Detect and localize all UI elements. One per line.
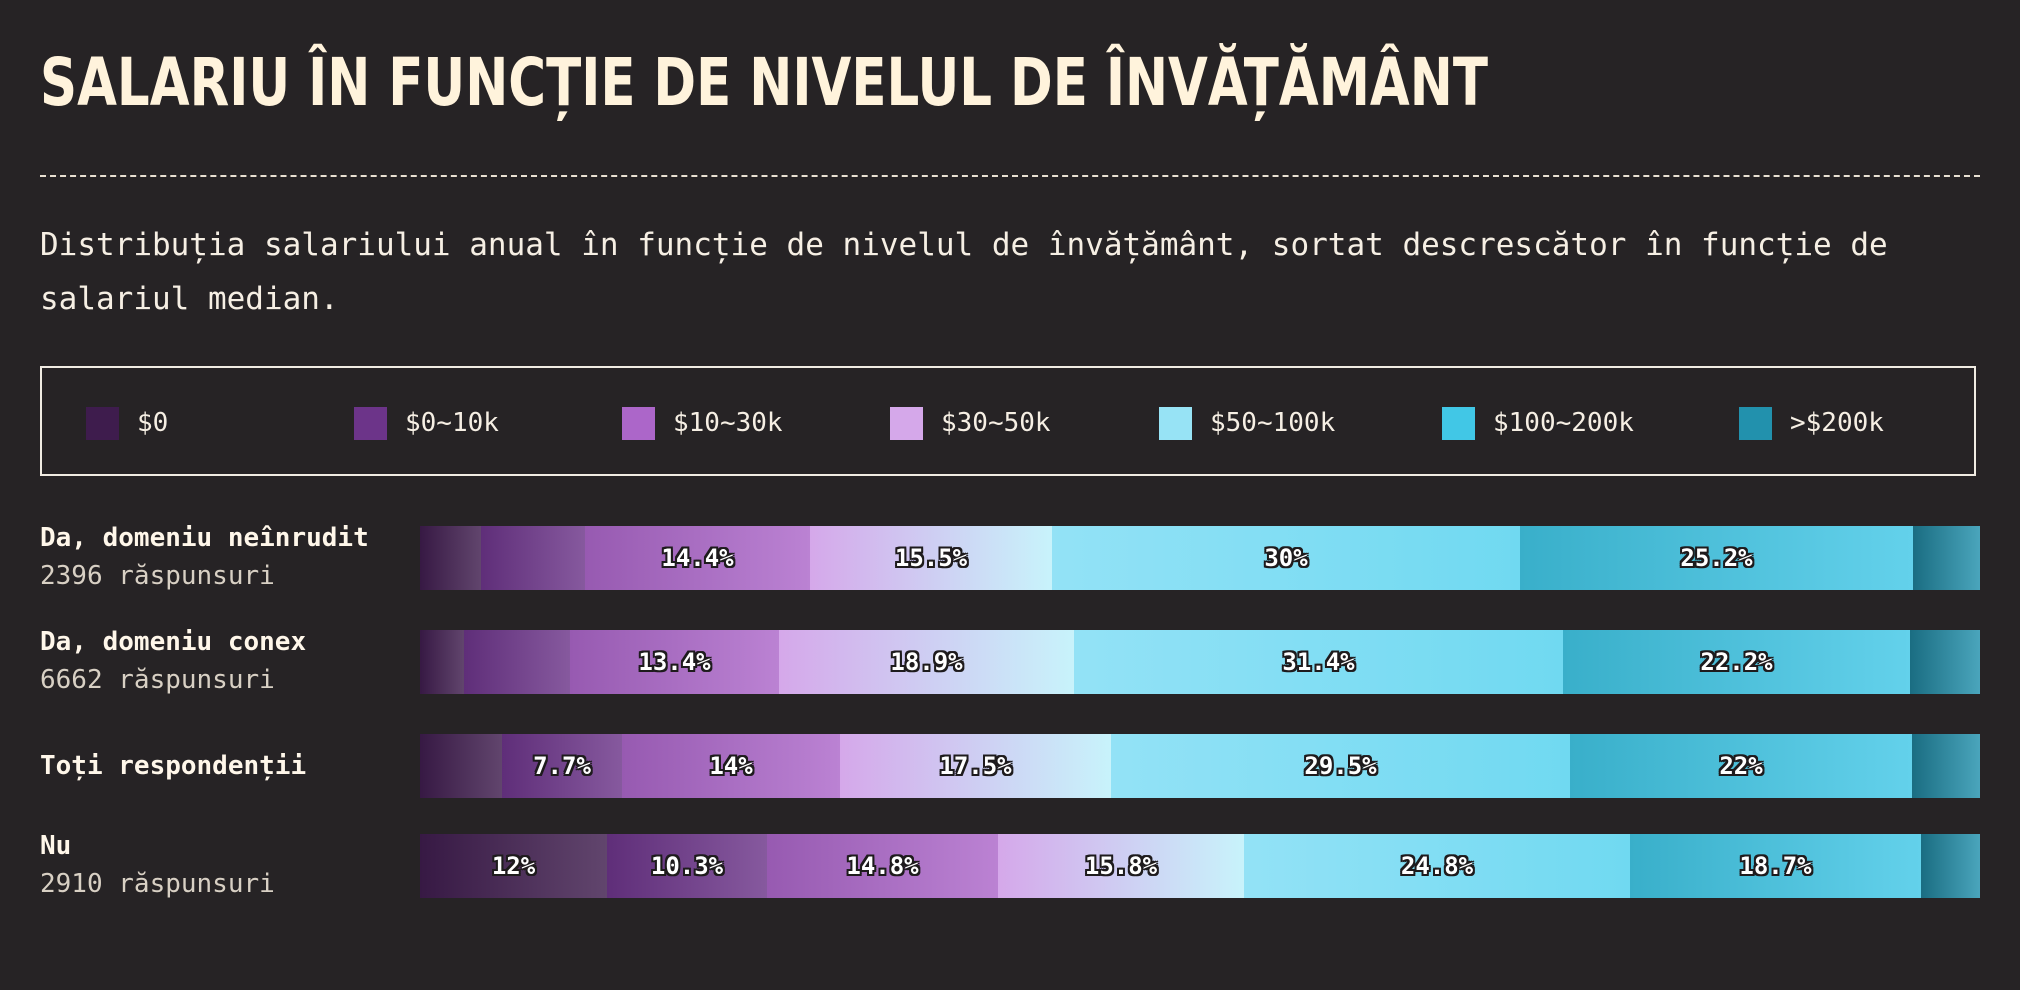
segment-label: 17.5% <box>939 752 1012 780</box>
segment-label: 14.4% <box>661 544 734 572</box>
row-name: Toți respondenții <box>40 751 307 781</box>
stacked-bar-3: 12% 10.3% 14.8% 15.8% 24.8% 18.7% <box>420 834 1980 898</box>
segment-label: 24.8% <box>1400 852 1474 880</box>
segment-label: 15.8% <box>1084 852 1158 880</box>
legend-label: >$200k <box>1790 408 1884 438</box>
segment-label: 10.3% <box>650 852 724 880</box>
bar-segment <box>1910 630 1980 694</box>
legend-label: $0 <box>137 408 169 438</box>
stacked-bar-0: 14.4% 15.5% 30% 25.2% <box>420 526 1980 590</box>
row-label-1: Da, domeniu conex 6662 răspunsuri <box>40 624 410 700</box>
stacked-bar-1: 13.4% 18.9% 31.4% 22.2% <box>420 630 1980 694</box>
row-count: 2910 răspunsuri <box>40 869 275 899</box>
segment-label: 22% <box>1719 752 1763 780</box>
legend-swatch <box>354 406 387 440</box>
segment-label: 25.2% <box>1680 544 1753 572</box>
row-count: 2396 răspunsuri <box>40 561 275 591</box>
legend-item-4: $50~100k <box>1159 406 1335 440</box>
row-label-0: Da, domeniu neînrudit 2396 răspunsuri <box>40 520 410 596</box>
legend-item-5: $100~200k <box>1442 406 1634 440</box>
segment-label: 31.4% <box>1282 648 1355 676</box>
legend-item-0: $0 <box>86 406 168 440</box>
legend-item-2: $10~30k <box>622 406 783 440</box>
segment-label: 29.5% <box>1304 752 1377 780</box>
bar-segment <box>1913 526 1980 590</box>
chart-title: SALARIU ÎN FUNCȚIE DE NIVELUL DE ÎNVĂȚĂM… <box>40 44 1488 121</box>
segment-label: 14.8% <box>846 852 919 880</box>
bar-segment <box>1921 834 1980 898</box>
legend-label: $10~30k <box>673 408 783 438</box>
legend-item-3: $30~50k <box>890 406 1051 440</box>
legend-item-1: $0~10k <box>354 406 499 440</box>
legend-item-6: >$200k <box>1739 406 1884 440</box>
segment-label: 15.5% <box>894 544 968 572</box>
segment-label: 13.4% <box>638 648 711 676</box>
legend-label: $50~100k <box>1210 408 1336 438</box>
segment-label: 14% <box>709 752 753 780</box>
segment-label: 18.9% <box>890 648 963 676</box>
title-divider <box>40 175 1980 177</box>
legend-swatch <box>86 406 119 440</box>
legend: $0 $0~10k $10~30k $30~50k $50~100k $100~… <box>40 366 1976 476</box>
segment-label: 7.7% <box>533 752 591 780</box>
legend-swatch <box>1159 406 1192 440</box>
segment-label: 22.2% <box>1700 648 1773 676</box>
stacked-bar-2: 7.7% 14% 17.5% 29.5% 22% <box>420 734 1980 798</box>
bar-segment <box>1912 734 1980 798</box>
legend-swatch <box>890 406 923 440</box>
bar-segment <box>481 526 585 590</box>
legend-label: $0~10k <box>405 408 499 438</box>
row-name: Da, domeniu conex <box>40 627 307 657</box>
chart-subtitle: Distribuția salariului anual în funcție … <box>40 227 1888 317</box>
row-count: 6662 răspunsuri <box>40 665 275 695</box>
legend-swatch <box>1739 406 1772 440</box>
legend-label: $30~50k <box>941 408 1051 438</box>
bar-segment <box>464 630 570 694</box>
row-label-2: Toți respondenții <box>40 748 410 784</box>
segment-label: 30% <box>1264 544 1308 572</box>
legend-label: $100~200k <box>1493 408 1634 438</box>
bar-segment <box>420 526 481 590</box>
segment-label: 12% <box>491 852 536 880</box>
legend-swatch <box>1442 406 1475 440</box>
row-label-3: Nu 2910 răspunsuri <box>40 828 410 904</box>
legend-swatch <box>622 406 655 440</box>
bar-segment <box>420 734 502 798</box>
row-name: Da, domeniu neînrudit <box>40 523 369 553</box>
segment-label: 18.7% <box>1739 852 1812 880</box>
row-name: Nu <box>40 831 72 861</box>
bar-segment <box>420 630 464 694</box>
